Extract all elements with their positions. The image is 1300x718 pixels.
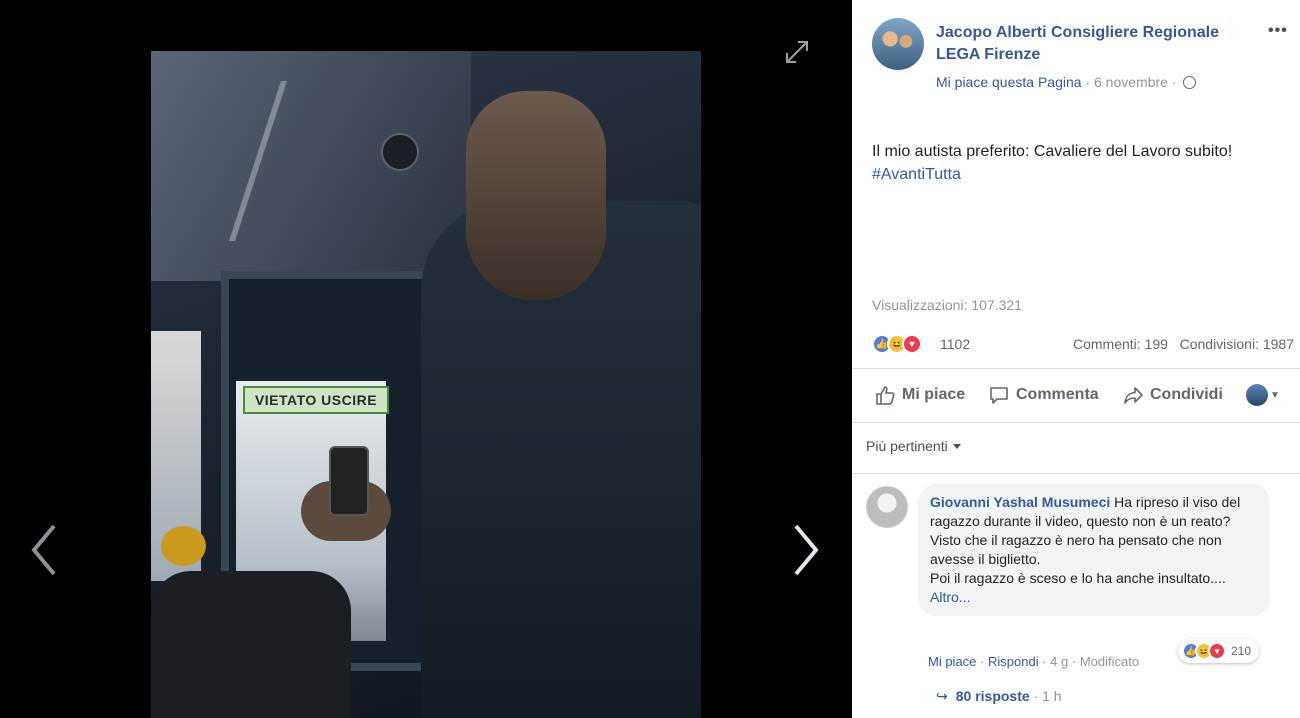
page-avatar[interactable] <box>872 18 924 70</box>
audience-avatar <box>1246 384 1268 406</box>
thumbs-up-icon <box>876 386 895 405</box>
view-count: Visualizzazioni: 107.321 <box>872 297 1022 313</box>
comment-time[interactable]: 4 g <box>1050 654 1068 669</box>
commenter-avatar[interactable] <box>866 486 908 528</box>
love-reaction-icon: ♥ <box>902 334 922 354</box>
comment-like-link[interactable]: Mi piace <box>928 654 976 669</box>
post-actions: Mi piace Commenta Condividi ▼ <box>872 384 1296 408</box>
replies-count[interactable]: 80 risposte <box>956 688 1030 704</box>
sort-label: Più pertinenti <box>866 438 948 454</box>
share-icon <box>1124 387 1143 404</box>
divider <box>852 368 1300 369</box>
phone <box>329 446 369 516</box>
post-date[interactable]: 6 novembre <box>1094 74 1168 90</box>
see-more-link[interactable]: Altro... <box>930 589 970 605</box>
expand-icon[interactable] <box>783 38 811 66</box>
comment-button[interactable]: Commenta <box>988 384 1099 406</box>
comment-actions: Mi piace · Rispondi · 4 g · Modificato <box>928 654 1139 669</box>
share-button[interactable]: Condividi <box>1122 384 1223 406</box>
next-arrow-icon[interactable] <box>786 520 826 580</box>
globe-icon <box>1183 76 1197 89</box>
comment-reactions[interactable]: 👍 😆 ♥ 210 <box>1178 639 1260 663</box>
like-page-link[interactable]: Mi piace questa Pagina <box>936 74 1082 90</box>
post-caption: Il mio autista preferito: Cavaliere del … <box>872 143 1233 160</box>
love-reaction-icon: ♥ <box>1208 642 1226 660</box>
meta-separator: · <box>1171 74 1181 90</box>
reply-arrow-icon: ↪ <box>936 688 948 704</box>
shares-count[interactable]: Condivisioni: 1987 <box>1180 336 1294 352</box>
driver-head <box>466 91 606 301</box>
yellow-handle <box>161 526 206 566</box>
replies-time: 1 h <box>1042 688 1062 704</box>
comment-sort-dropdown[interactable]: Più pertinenti <box>866 438 961 454</box>
comment-reply-link[interactable]: Rispondi <box>988 654 1039 669</box>
divider <box>852 422 1300 423</box>
reaction-icons[interactable]: 👍 😆 ♥ <box>872 334 922 354</box>
hashtag-link[interactable]: #AvantiTutta <box>872 163 1282 186</box>
media-viewer: VIETATO USCIRE <box>0 0 852 718</box>
comment-author[interactable]: Giovanni Yashal Musumeci <box>930 494 1110 510</box>
share-label: Condividi <box>1150 386 1223 403</box>
post-text: Il mio autista preferito: Cavaliere del … <box>872 140 1282 186</box>
caret-down-icon: ▼ <box>1270 389 1280 401</box>
reactions-row: 👍 😆 ♥ 1102 Commenti: 199 Condivisioni: 1… <box>872 334 1296 356</box>
reaction-count[interactable]: 1102 <box>940 336 970 352</box>
replies-link[interactable]: ↪ 80 risposte · 1 h <box>936 688 1062 705</box>
post-meta: Mi piace questa Pagina · 6 novembre · <box>936 74 1276 90</box>
video-player[interactable]: VIETATO USCIRE <box>151 51 701 718</box>
post-as-selector[interactable]: ▼ <box>1246 384 1280 406</box>
previous-arrow-icon[interactable] <box>24 520 64 580</box>
door-sign: VIETATO USCIRE <box>243 386 389 414</box>
post-panel: Jacopo Alberti Consigliere Regionale LEG… <box>852 0 1300 718</box>
caret-down-icon <box>952 444 961 449</box>
separator: · <box>1071 654 1080 669</box>
like-button[interactable]: Mi piace <box>874 384 965 406</box>
comment-icon <box>990 387 1008 404</box>
comment-reaction-count: 210 <box>1231 644 1252 658</box>
bus-speaker <box>381 133 419 171</box>
seat <box>151 571 351 718</box>
comment-bubble: Giovanni Yashal Musumeci Ha ripreso il v… <box>918 484 1270 616</box>
separator: · <box>1033 688 1043 704</box>
more-options-icon[interactable]: ••• <box>1268 22 1288 40</box>
like-label: Mi piace <box>902 386 966 403</box>
comment-label: Commenta <box>1016 386 1099 403</box>
comment-text-line3: Poi il ragazzo è sceso e lo ha anche ins… <box>930 570 1226 586</box>
page-name-link[interactable]: Jacopo Alberti Consigliere Regionale LEG… <box>936 22 1266 66</box>
comment-edited[interactable]: Modificato <box>1080 654 1139 669</box>
divider <box>852 473 1300 474</box>
separator: · <box>980 654 988 669</box>
comments-shares: Commenti: 199 Condivisioni: 1987 <box>1073 336 1294 352</box>
comment-text-line2: Visto che il ragazzo è nero ha pensato c… <box>930 532 1222 567</box>
separator: · <box>1042 654 1051 669</box>
meta-separator: · <box>1085 74 1094 90</box>
comments-count[interactable]: Commenti: 199 <box>1073 336 1168 352</box>
